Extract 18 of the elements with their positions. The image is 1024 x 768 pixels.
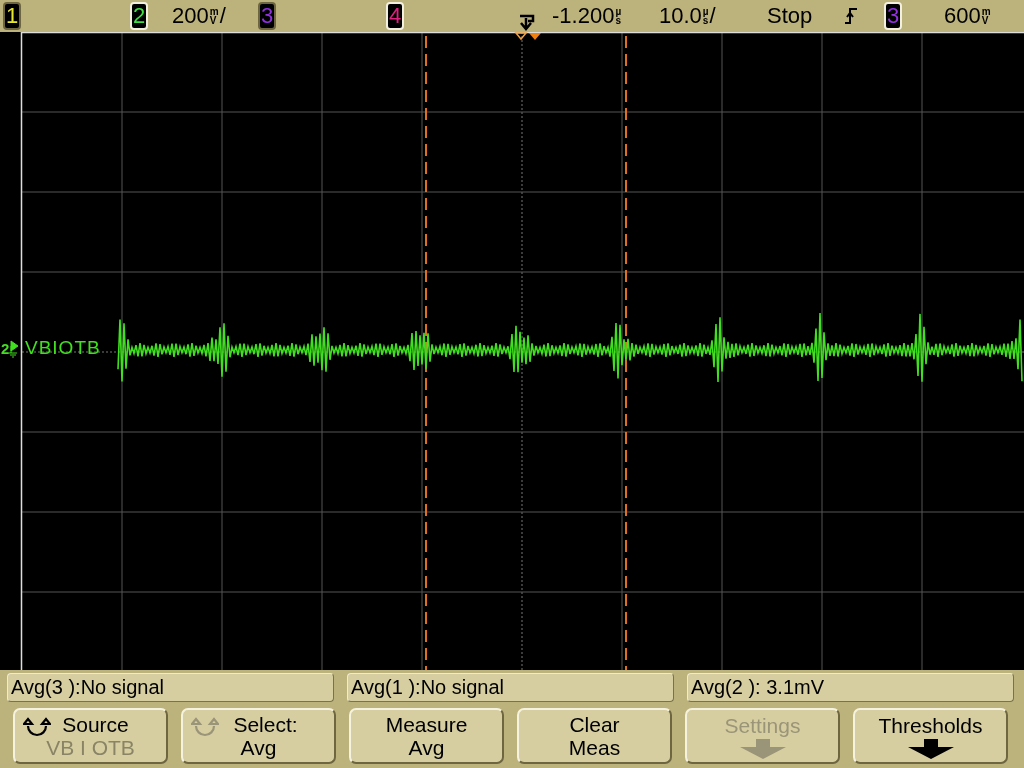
channel-badge: 3: [258, 2, 276, 30]
softkey-button[interactable]: Thresholds: [853, 708, 1008, 764]
measurement-readout: Avg(2 ): 3.1mV: [687, 673, 1014, 702]
channel-marker: 2: [1, 339, 10, 357]
channel-badge: 1: [3, 2, 21, 30]
rising-edge-icon: [844, 6, 858, 26]
channel-badge: 4: [386, 2, 404, 30]
trigger-point-marker: [514, 32, 528, 41]
softkey-button[interactable]: Clear Meas: [517, 708, 672, 764]
trigger-source-badge: 3: [884, 2, 902, 30]
softkey-button[interactable]: Select: Avg: [181, 708, 336, 764]
run-state: Stop: [767, 3, 813, 29]
softkey-button[interactable]: Source VB I OTB: [13, 708, 168, 764]
channel-badge: 2: [130, 2, 148, 30]
measurement-readout: Avg(1 ):No signal: [347, 673, 674, 702]
trace-label: VBIOTB: [25, 337, 101, 359]
softkey-button[interactable]: Measure Avg: [349, 708, 504, 764]
measurement-readout: Avg(3 ):No signal: [7, 673, 334, 702]
